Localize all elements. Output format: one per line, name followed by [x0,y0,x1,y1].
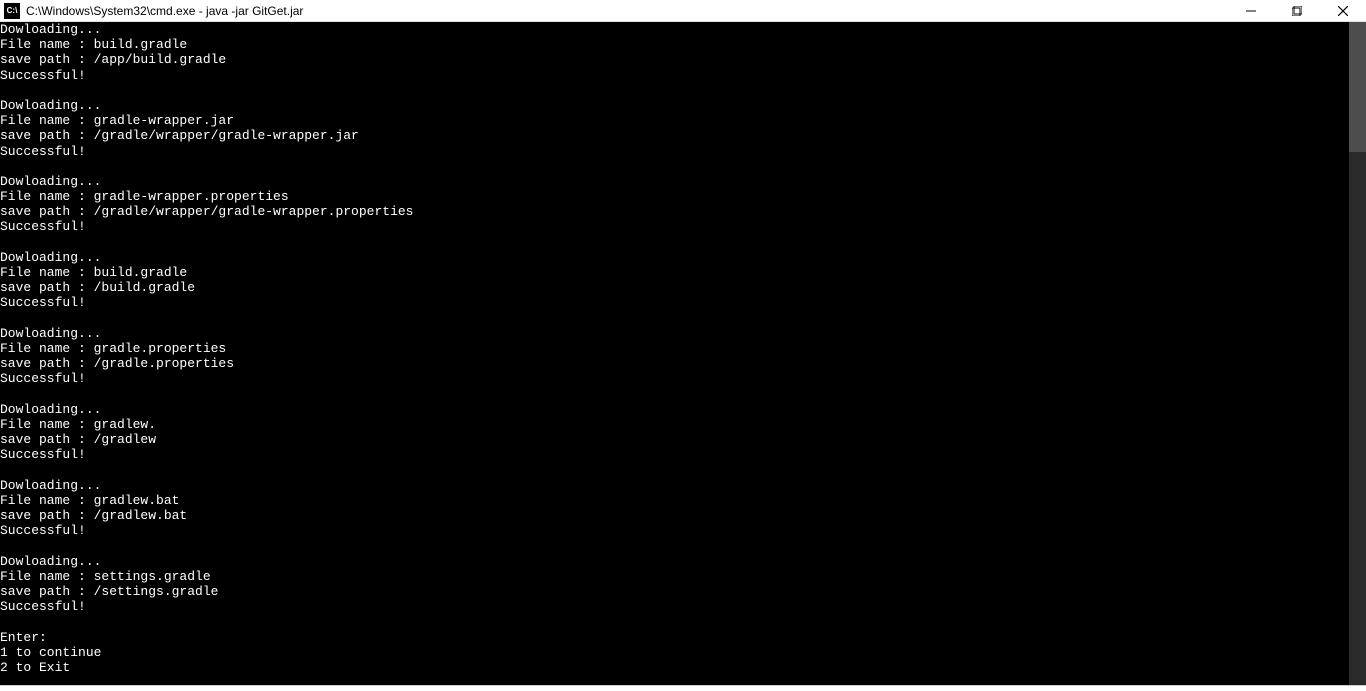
terminal-line: save path : /app/build.gradle [0,52,1349,67]
maximize-icon [1292,6,1302,16]
terminal-line: 2 to Exit [0,660,1349,675]
terminal-line: File name : settings.gradle [0,569,1349,584]
terminal-line: 1 to continue [0,645,1349,660]
close-icon [1338,6,1348,16]
scrollbar-thumb[interactable] [1349,22,1366,152]
terminal-line: Dowloading... [0,98,1349,113]
terminal-line [0,462,1349,477]
terminal-line: Dowloading... [0,402,1349,417]
terminal-line: Enter: [0,630,1349,645]
minimize-icon [1246,6,1256,16]
terminal-line: Successful! [0,447,1349,462]
terminal-line [0,83,1349,98]
terminal-line: Dowloading... [0,326,1349,341]
close-button[interactable] [1320,0,1366,22]
terminal-line: save path : /gradle/wrapper/gradle-wrapp… [0,204,1349,219]
terminal-output: Dowloading...File name : build.gradlesav… [0,22,1349,685]
scrollbar[interactable] [1349,22,1366,685]
terminal-line: File name : gradle-wrapper.properties [0,189,1349,204]
terminal-line: Dowloading... [0,174,1349,189]
bottom-border [0,685,1366,691]
terminal-line: File name : gradlew.bat [0,493,1349,508]
terminal-line: save path : /gradle/wrapper/gradle-wrapp… [0,128,1349,143]
titlebar[interactable]: C:\ C:\Windows\System32\cmd.exe - java -… [0,0,1366,22]
terminal-line: save path : /build.gradle [0,280,1349,295]
window-controls [1228,0,1366,21]
terminal-line: save path : /gradle.properties [0,356,1349,371]
terminal-line: save path : /gradlew [0,432,1349,447]
terminal-line: save path : /settings.gradle [0,584,1349,599]
terminal-line: Successful! [0,219,1349,234]
terminal-line: Successful! [0,144,1349,159]
minimize-button[interactable] [1228,0,1274,22]
terminal-line: Successful! [0,523,1349,538]
terminal-line [0,235,1349,250]
terminal-line: File name : gradle.properties [0,341,1349,356]
terminal-line [0,159,1349,174]
terminal-line: Successful! [0,599,1349,614]
maximize-button[interactable] [1274,0,1320,22]
window-title: C:\Windows\System32\cmd.exe - java -jar … [26,4,1228,18]
terminal-line: File name : gradlew. [0,417,1349,432]
terminal-line [0,387,1349,402]
terminal-area[interactable]: Dowloading...File name : build.gradlesav… [0,22,1366,685]
terminal-line: Dowloading... [0,250,1349,265]
cmd-icon: C:\ [4,3,20,19]
cmd-window: C:\ C:\Windows\System32\cmd.exe - java -… [0,0,1366,691]
terminal-line: Successful! [0,371,1349,386]
terminal-line: Successful! [0,68,1349,83]
terminal-line: save path : /gradlew.bat [0,508,1349,523]
terminal-line: Dowloading... [0,22,1349,37]
terminal-line: File name : build.gradle [0,265,1349,280]
terminal-line [0,311,1349,326]
terminal-line [0,538,1349,553]
terminal-line: Dowloading... [0,478,1349,493]
terminal-line [0,614,1349,629]
terminal-line: Dowloading... [0,554,1349,569]
terminal-line: File name : build.gradle [0,37,1349,52]
terminal-line: File name : gradle-wrapper.jar [0,113,1349,128]
terminal-line: Successful! [0,295,1349,310]
